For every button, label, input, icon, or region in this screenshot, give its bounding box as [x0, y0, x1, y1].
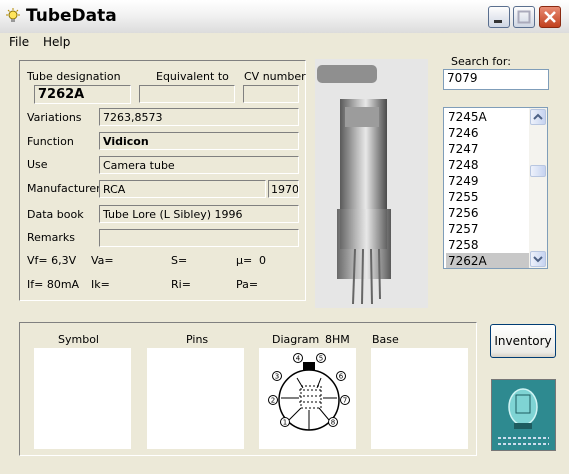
param-if: If= 80mA [27, 278, 80, 291]
chevron-down-icon [533, 256, 543, 263]
remarks-label: Remarks [27, 231, 75, 244]
pin-number: 7 [343, 397, 347, 405]
tubedata-logo [491, 379, 556, 451]
list-item-selected[interactable]: 7262A [446, 253, 530, 268]
param-va: Va= [91, 254, 114, 267]
base-label: Base [372, 333, 399, 346]
tube-list[interactable]: 7245A 7246 7247 7248 7249 7255 7256 7257… [443, 107, 548, 269]
title-bar[interactable]: TubeData [0, 0, 569, 34]
window-title: TubeData [26, 6, 117, 26]
scroll-down-button[interactable] [530, 251, 546, 267]
remarks-field[interactable] [99, 229, 299, 247]
list-item[interactable]: 7245A [446, 109, 530, 125]
search-input[interactable]: 7079 [443, 69, 549, 90]
symbol-box [34, 348, 131, 449]
maximize-icon [517, 10, 531, 24]
tube-logo-icon [492, 380, 555, 450]
chevron-up-icon [533, 113, 543, 120]
list-item[interactable]: 7247 [446, 141, 530, 157]
inventory-button[interactable]: Inventory [490, 324, 556, 358]
databook-field[interactable]: Tube Lore (L Sibley) 1996 [99, 205, 299, 223]
pins-label: Pins [186, 333, 209, 346]
pin-number: 4 [296, 355, 301, 363]
manufacturer-field[interactable]: RCA [99, 180, 266, 198]
pin-number: 6 [339, 373, 344, 381]
list-scrollbar[interactable] [529, 108, 547, 268]
base-box [371, 348, 468, 449]
close-button[interactable] [539, 6, 561, 28]
cv-number-field[interactable] [243, 85, 299, 103]
tube-base-diagram: 4 5 6 7 8 1 2 3 [268, 353, 350, 431]
pin-number: 3 [275, 373, 279, 381]
minimize-icon [494, 20, 502, 23]
pin-number: 5 [319, 355, 323, 363]
search-label: Search for: [451, 55, 511, 68]
lightbulb-icon [6, 8, 20, 22]
list-item[interactable]: 7258 [446, 237, 530, 253]
param-mu-value: 0 [259, 254, 266, 267]
param-s: S= [171, 254, 188, 267]
app-window: TubeData File Help Tube designation Equi… [0, 0, 569, 474]
cv-number-label: CV number [244, 70, 306, 83]
variations-label: Variations [27, 111, 82, 124]
scroll-up-button[interactable] [530, 109, 546, 125]
minimize-button[interactable] [488, 6, 510, 28]
param-ik: Ik= [91, 278, 110, 291]
param-pa: Pa= [236, 278, 259, 291]
databook-label: Data book [27, 208, 84, 221]
list-item[interactable]: 7248 [446, 157, 530, 173]
equivalent-label: Equivalent to [156, 70, 229, 83]
pin-number: 1 [283, 419, 287, 427]
function-field[interactable]: Vidicon [99, 132, 299, 150]
manufacturer-label: Manufacturer [27, 182, 101, 195]
menu-help[interactable]: Help [43, 35, 70, 49]
pins-box [147, 348, 244, 449]
diagram-box: 4 5 6 7 8 1 2 3 [259, 348, 356, 449]
list-item[interactable]: 7249 [446, 173, 530, 189]
tube-designation-field[interactable]: 7262A [34, 85, 131, 104]
menu-file[interactable]: File [9, 35, 29, 49]
vacuum-tube-image [315, 59, 428, 308]
list-item[interactable]: 7257 [446, 221, 530, 237]
function-label: Function [27, 135, 74, 148]
diagram-code: 8HM [325, 333, 350, 346]
list-item[interactable]: 7246 [446, 125, 530, 141]
use-label: Use [27, 158, 48, 171]
pin-number: 8 [331, 419, 335, 427]
maximize-button[interactable] [513, 6, 535, 28]
scroll-thumb[interactable] [530, 165, 546, 177]
tube-photo [315, 59, 428, 308]
diagram-label: Diagram [272, 333, 320, 346]
list-item[interactable]: 7256 [446, 205, 530, 221]
year-field[interactable]: 1970 [268, 180, 299, 198]
param-ri: Ri= [171, 278, 191, 291]
use-field[interactable]: Camera tube [99, 156, 299, 174]
tube-designation-label: Tube designation [27, 70, 121, 83]
pin-number: 2 [271, 397, 275, 405]
param-mu: µ= [236, 254, 253, 267]
list-item[interactable]: 7255 [446, 189, 530, 205]
variations-field[interactable]: 7263,8573 [99, 108, 299, 126]
equivalent-field[interactable] [139, 85, 235, 103]
param-vf: Vf= 6,3V [27, 254, 77, 267]
menu-bar: File Help [0, 33, 569, 53]
symbol-label: Symbol [58, 333, 99, 346]
close-icon [544, 11, 556, 23]
